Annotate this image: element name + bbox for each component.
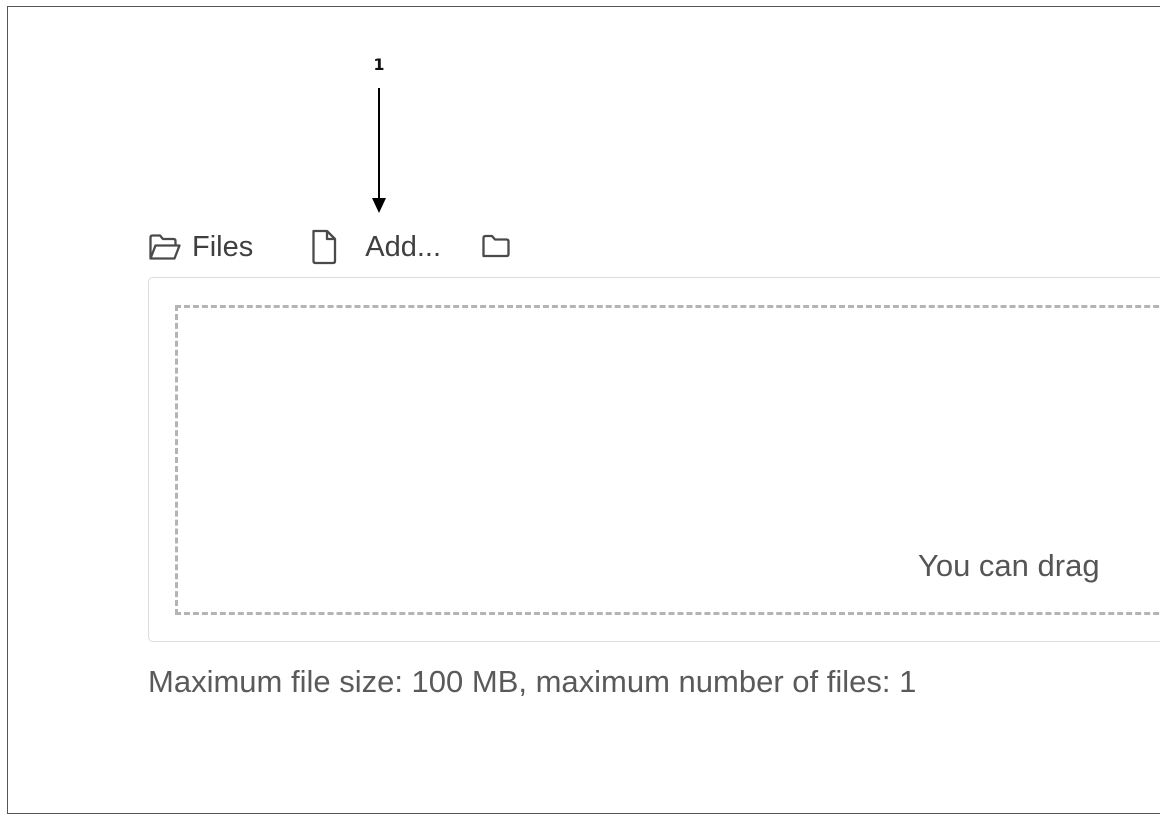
files-label: Files bbox=[192, 230, 254, 263]
drop-zone-message: You can drag bbox=[918, 548, 1100, 583]
add-label[interactable]: Add... bbox=[365, 231, 441, 264]
filepicker-toolbar: Files Add... bbox=[148, 220, 515, 274]
upload-limits-text: Maximum file size: 100 MB, maximum numbe… bbox=[148, 664, 917, 699]
files-heading: Files bbox=[148, 231, 253, 264]
callout-number: 1 bbox=[373, 55, 385, 74]
callout-annotation: 1 bbox=[364, 55, 394, 220]
folder-icon bbox=[482, 234, 510, 258]
folder-open-icon bbox=[149, 233, 181, 260]
create-folder-button[interactable] bbox=[477, 231, 515, 263]
down-arrow-icon bbox=[372, 88, 386, 213]
file-drop-zone[interactable]: You can drag bbox=[175, 305, 1160, 615]
file-icon bbox=[312, 229, 337, 265]
add-file-button[interactable] bbox=[305, 226, 343, 268]
